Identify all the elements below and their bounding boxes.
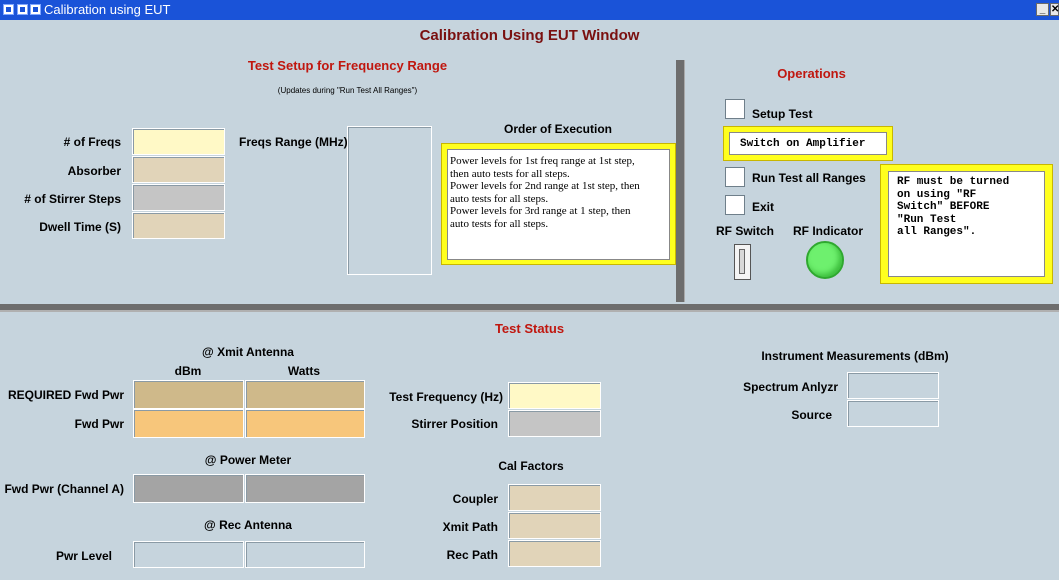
required-fwd-pwr-watts[interactable]: [245, 380, 365, 409]
absorber-field[interactable]: [132, 156, 225, 183]
rec-antenna-heading: @ Rec Antenna: [204, 518, 292, 532]
main-title: Calibration Using EUT Window: [419, 27, 640, 44]
operations-title: Operations: [777, 66, 846, 81]
title-bar: Calibration using EUT _ ✕: [0, 0, 1059, 20]
order-line: auto tests for all steps.: [450, 217, 549, 230]
stirrer-position-label: Stirrer Position: [411, 417, 498, 431]
setup-title: Test Setup for Frequency Range: [247, 58, 448, 73]
coupler-label: Coupler: [452, 492, 498, 506]
source-label: Source: [791, 408, 832, 422]
stirrer-position-field[interactable]: [508, 410, 601, 437]
required-fwd-pwr-label: REQUIRED Fwd Pwr: [7, 388, 124, 402]
xmit-path-label: Xmit Path: [442, 520, 498, 534]
cal-factors-heading: Cal Factors: [498, 459, 564, 473]
power-meter-heading: @ Power Meter: [204, 453, 292, 467]
run-all-button[interactable]: [725, 167, 745, 187]
dwell-time-field[interactable]: [132, 212, 225, 239]
order-title: Order of Execution: [503, 122, 613, 136]
dbm-header: dBm: [174, 364, 202, 378]
vertical-divider: [676, 60, 685, 302]
instrument-measurements-heading: Instrument Measurements (dBm): [761, 349, 949, 363]
pwr-level-dbm[interactable]: [133, 541, 244, 568]
stirrer-steps-field[interactable]: [132, 184, 225, 211]
order-line: Power levels for 2nd range at 1st step, …: [450, 180, 640, 193]
exit-label: Exit: [752, 200, 775, 214]
rec-path-field[interactable]: [508, 540, 601, 567]
xmit-antenna-heading: @ Xmit Antenna: [202, 345, 294, 359]
rf-note-line: on using "RF: [897, 188, 977, 201]
num-freqs-field[interactable]: [132, 128, 225, 155]
setup-test-label: Setup Test: [752, 107, 813, 121]
fwd-pwr-channel-a-dbm[interactable]: [133, 474, 244, 503]
status-title: Test Status: [494, 321, 565, 336]
watts-header: Watts: [287, 364, 321, 378]
source-field[interactable]: [847, 400, 939, 427]
pwr-level-label: Pwr Level: [55, 549, 112, 563]
toggle-lever: [739, 249, 745, 274]
rf-indicator-light: [806, 241, 844, 279]
window-icon-2: [30, 4, 41, 15]
rf-note-frame: RF must be turned on using "RF Switch" B…: [880, 164, 1053, 284]
required-fwd-pwr-dbm[interactable]: [133, 380, 244, 409]
test-frequency-label: Test Frequency (Hz): [389, 390, 503, 404]
minimize-button[interactable]: _: [1036, 3, 1049, 16]
order-text: Power levels for 1st freq range at 1st s…: [447, 149, 670, 260]
fwd-pwr-watts[interactable]: [245, 409, 365, 438]
app-icon: [3, 4, 14, 15]
window-title: Calibration using EUT: [44, 2, 171, 17]
setup-note: (Updates during "Run Test All Ranges"): [277, 86, 418, 95]
run-all-label: Run Test all Ranges: [752, 171, 866, 185]
absorber-label: Absorber: [67, 164, 121, 178]
pwr-level-watts[interactable]: [245, 541, 365, 568]
dwell-time-label: Dwell Time (S): [39, 220, 121, 234]
order-frame: Power levels for 1st freq range at 1st s…: [441, 143, 676, 265]
rf-note-line: RF must be turned: [897, 176, 1010, 188]
order-line: Power levels for 3rd range at 1 step, th…: [450, 205, 631, 218]
freqs-range-list[interactable]: [347, 126, 432, 275]
exit-button[interactable]: [725, 195, 745, 215]
setup-test-button[interactable]: [725, 99, 745, 119]
rf-note-line: all Ranges".: [897, 226, 977, 238]
order-line: then auto tests for all steps.: [450, 167, 570, 180]
fwd-pwr-dbm[interactable]: [133, 409, 244, 438]
rf-note: RF must be turned on using "RF Switch" B…: [888, 171, 1045, 277]
horizontal-divider: [0, 304, 1059, 312]
spectrum-analyzer-label: Spectrum Anlyzr: [743, 380, 838, 394]
num-freqs-label: # of Freqs: [63, 135, 121, 149]
window-icon: [17, 4, 28, 15]
rf-note-line: Switch" BEFORE: [897, 201, 990, 213]
rf-indicator-label: RF Indicator: [793, 224, 864, 238]
rf-switch-label: RF Switch: [716, 224, 775, 238]
close-button[interactable]: ✕: [1050, 3, 1059, 16]
fwd-pwr-channel-a-watts[interactable]: [245, 474, 365, 503]
rf-switch-toggle[interactable]: [734, 244, 751, 280]
rf-note-line: "Run Test: [897, 213, 957, 226]
fwd-pwr-channel-a-label: Fwd Pwr (Channel A): [4, 482, 124, 496]
switch-amp-message: Switch on Amplifier: [729, 132, 887, 155]
spectrum-analyzer-field[interactable]: [847, 372, 939, 399]
rec-path-label: Rec Path: [446, 548, 498, 562]
order-line: Power levels for 1st freq range at 1st s…: [450, 155, 635, 167]
stirrer-steps-label: # of Stirrer Steps: [24, 192, 121, 206]
coupler-field[interactable]: [508, 484, 601, 511]
switch-amp-frame: Switch on Amplifier: [723, 126, 893, 161]
test-frequency-field[interactable]: [508, 382, 601, 409]
fwd-pwr-label: Fwd Pwr: [74, 417, 124, 431]
order-line: auto tests for all steps.: [450, 192, 549, 205]
xmit-path-field[interactable]: [508, 512, 601, 539]
freqs-range-label: Freqs Range (MHz): [239, 135, 348, 149]
